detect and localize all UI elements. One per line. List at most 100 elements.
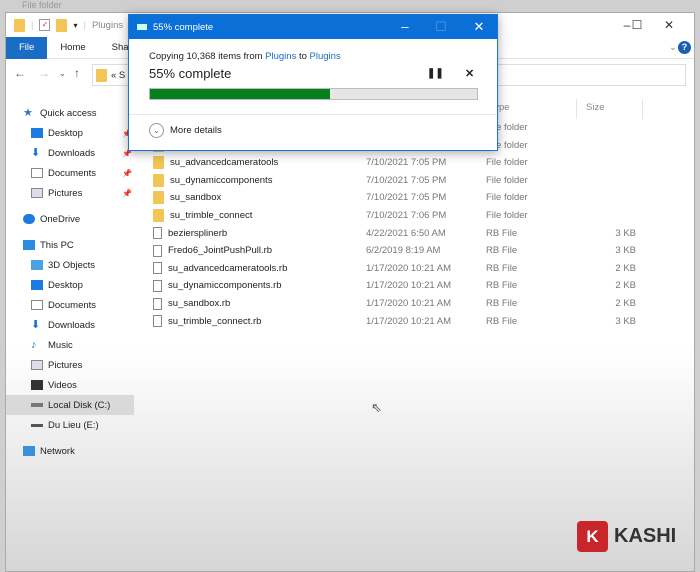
navigation-pane: ★ Quick access Desktop 📌 ⬇ Downloads 📌 Document… (6, 103, 134, 461)
quick-access-dropdown-icon[interactable]: ▾ (73, 21, 77, 30)
sidebar-item[interactable]: ★ Quick access (6, 103, 134, 123)
sidebar-item-label: Local Disk (C:) (48, 399, 111, 411)
sidebar-item[interactable]: Network (6, 441, 134, 461)
file-row[interactable]: su_sandbox 7/10/2021 7:05 PM File folder (151, 189, 651, 206)
destination-link[interactable]: Plugins (310, 51, 341, 62)
file-size: 3 KB (615, 227, 636, 239)
file-type: RB File (486, 315, 518, 327)
kashi-watermark: K KASHI (577, 521, 676, 552)
background-text: File folder (22, 0, 62, 10)
window-title: Plugins (91, 19, 124, 31)
sidebar-item[interactable]: OneDrive (6, 209, 134, 229)
file-row[interactable]: su_advancedcameratools.rb 1/17/2020 10:21… (151, 260, 651, 277)
sidebar-item[interactable]: Local Disk (C:) (6, 395, 134, 415)
sidebar-item[interactable]: Desktop (6, 275, 134, 295)
file-type: RB File (486, 227, 518, 239)
properties-icon[interactable]: ✓ (39, 19, 51, 31)
close-button[interactable]: ✕ (646, 13, 692, 37)
sidebar-item-label: Downloads (48, 319, 95, 331)
sidebar-item[interactable]: ⬇ Downloads (6, 315, 134, 335)
more-details-button[interactable]: ⌄ More details (149, 123, 222, 138)
sidebar-item[interactable]: ♪ Music (6, 335, 134, 355)
date-modified: 4/22/2021 6:50 AM (366, 227, 446, 239)
dialog-close-button[interactable]: ✕ (461, 15, 497, 39)
copy-icon (137, 24, 147, 30)
date-modified: 7/10/2021 7:05 PM (366, 174, 447, 186)
picture-icon (31, 188, 43, 198)
file-name: su_sandbox.rb (168, 298, 231, 309)
date-modified: 1/17/2020 10:21 AM (366, 315, 452, 327)
file-type: File folder (486, 157, 528, 169)
desktop-icon (31, 128, 43, 138)
file-name-cell: su_sandbox (151, 191, 366, 205)
help-icon[interactable]: ? (678, 41, 691, 54)
file-type: File folder (486, 174, 528, 186)
sidebar-item[interactable]: This PC (6, 235, 134, 255)
download-icon: ⬇ (31, 147, 41, 159)
picture-icon (31, 360, 43, 370)
sidebar-item[interactable]: Videos (6, 375, 134, 395)
folder-icon (96, 69, 107, 82)
column-size[interactable]: Size (586, 102, 604, 113)
more-details-label: More details (170, 125, 222, 136)
sidebar-item-label: Downloads (48, 147, 95, 159)
file-icon (153, 297, 162, 310)
date-modified: 7/10/2021 7:05 PM (366, 157, 447, 169)
progress-fill (150, 89, 330, 99)
folder-icon (153, 156, 164, 170)
file-name-cell: su_dynamiccomponents (151, 173, 366, 187)
progress-status: 55% complete (149, 66, 232, 81)
file-row[interactable]: beziersplinerb 4/22/2021 6:50 AM RB File 3 … (151, 225, 651, 242)
back-button[interactable]: ← (14, 66, 26, 80)
document-icon (31, 168, 43, 178)
tab-home[interactable]: Home (47, 37, 98, 59)
sidebar-item[interactable]: Pictures 📌 (6, 183, 134, 203)
file-row[interactable]: su_sandbox.rb 1/17/2020 10:21 AM RB File 2 … (151, 295, 651, 312)
cancel-button[interactable]: ✕ (465, 67, 474, 80)
file-row[interactable]: su_trimble_connect.rb 1/17/2020 10:21 AM R… (151, 313, 651, 330)
sidebar-item[interactable]: Documents 📌 (6, 163, 134, 183)
pause-button[interactable]: ❚❚ (427, 68, 444, 79)
file-type: File folder (486, 139, 528, 151)
forward-button[interactable]: → (38, 66, 50, 80)
sidebar-item-label: OneDrive (40, 213, 81, 225)
sidebar-item[interactable]: Du Lieu (E:) (6, 415, 134, 435)
up-button[interactable]: ↑ (74, 66, 80, 80)
recent-dropdown[interactable]: ⌄ (59, 69, 66, 78)
dialog-maximize-button: ☐ (435, 19, 447, 34)
file-type: RB File (486, 245, 518, 257)
file-name: su_sandbox (170, 192, 222, 204)
file-type: RB File (486, 262, 518, 274)
file-row[interactable]: su_advancedcameratools 7/10/2021 7:05 PM F… (151, 154, 651, 171)
dialog-minimize-button[interactable]: – (387, 15, 423, 39)
file-name-cell: su_advancedcameratools.rb (151, 262, 366, 275)
file-row[interactable]: Fredo6_JointPushPull.rb 6/2/2019 8:19 AM R… (151, 242, 651, 259)
dialog-title-bar: 55% complete – ☐ ✕ (129, 15, 497, 39)
sidebar-item[interactable]: Documents (6, 295, 134, 315)
pin-icon: 📌 (122, 188, 132, 198)
sidebar-item[interactable]: Desktop 📌 (6, 123, 134, 143)
folder-icon (153, 173, 164, 187)
sidebar-item[interactable]: Pictures (6, 355, 134, 375)
file-size: 2 KB (615, 280, 636, 292)
file-type: File folder (486, 192, 528, 204)
sidebar-item-label: 3D Objects (48, 259, 95, 271)
file-icon (153, 227, 162, 240)
network-icon (23, 446, 35, 456)
file-icon (153, 262, 162, 275)
file-name-cell: Fredo6_JointPushPull.rb (151, 244, 366, 257)
file-type: File folder (486, 210, 528, 221)
file-row[interactable]: su_trimble_connect 7/10/2021 7:06 PM File … (151, 207, 651, 224)
ribbon-expand-icon[interactable]: ⌄ (669, 42, 677, 53)
sidebar-item[interactable]: 3D Objects (6, 255, 134, 275)
source-link[interactable]: Plugins (265, 51, 296, 62)
file-size: 3 KB (615, 245, 636, 257)
file-name: su_advancedcameratools.rb (168, 262, 288, 274)
file-row[interactable]: su_dynamiccomponents 7/10/2021 7:05 PM Fil… (151, 172, 651, 189)
new-folder-icon[interactable] (56, 18, 68, 32)
cloud-icon (23, 214, 35, 224)
file-row[interactable]: su_dynamiccomponents.rb 1/17/2020 10:21 A… (151, 277, 651, 294)
tab-file[interactable]: File (6, 36, 48, 59)
file-name-cell: su_dynamiccomponents.rb (151, 279, 366, 292)
sidebar-item[interactable]: ⬇ Downloads 📌 (6, 143, 134, 163)
